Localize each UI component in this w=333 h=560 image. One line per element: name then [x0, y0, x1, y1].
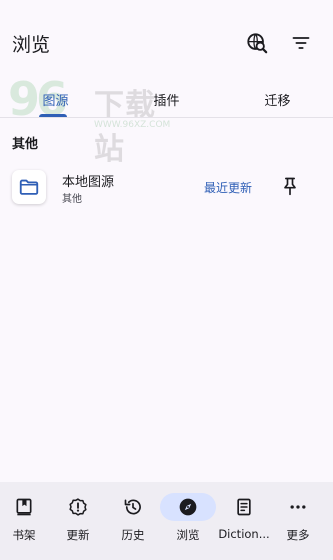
tab-indicator — [39, 114, 67, 117]
nav-item-history[interactable]: 历史 — [105, 482, 161, 560]
watermark-url: WWW.96XZ.COM — [94, 120, 171, 130]
tab-migrate[interactable]: 迁移 — [222, 80, 333, 118]
nav-pill — [270, 493, 326, 521]
nav-label: 更多 — [286, 528, 310, 542]
source-icon-box — [12, 170, 46, 204]
nav-item-more[interactable]: 更多 — [270, 482, 326, 560]
nav-pill — [0, 493, 52, 521]
bottom-navigation: 书架 更新 历史 浏览 Diction... 更多 — [0, 482, 333, 560]
pin-button[interactable] — [278, 174, 302, 198]
folder-icon — [19, 179, 39, 195]
nav-pill-active — [160, 493, 216, 521]
nav-pill — [216, 493, 272, 521]
source-language: 其他 — [62, 194, 82, 205]
filter-icon — [292, 37, 310, 49]
global-search-button[interactable] — [244, 30, 270, 56]
nav-item-dictionary[interactable]: Diction... — [216, 482, 272, 560]
compass-icon — [179, 498, 197, 516]
tab-sources[interactable]: 图源 — [0, 80, 111, 118]
page-title: 浏览 — [12, 34, 51, 56]
pin-icon — [284, 177, 296, 196]
nav-item-browse[interactable]: 浏览 — [160, 482, 216, 560]
global-search-icon — [247, 33, 268, 54]
history-icon — [124, 499, 141, 515]
nav-pill — [50, 493, 106, 521]
tab-bar: 图源 插件 迁移 — [0, 80, 333, 118]
top-app-bar: 浏览 — [0, 0, 333, 86]
latest-button[interactable]: 最近更新 — [204, 179, 252, 196]
tab-extensions[interactable]: 插件 — [111, 80, 222, 118]
dictionary-icon — [237, 498, 251, 516]
library-icon — [16, 498, 32, 516]
nav-item-updates[interactable]: 更新 — [50, 482, 106, 560]
filter-button[interactable] — [288, 30, 314, 56]
nav-item-library[interactable]: 书架 — [0, 482, 52, 560]
nav-pill — [105, 493, 161, 521]
source-list-item[interactable]: 本地图源 其他 最近更新 — [0, 162, 333, 212]
updates-icon — [69, 498, 87, 516]
app-root: 浏览 96 下载站 WWW.96XZ.COM 图源 插件 迁移 其他 本地图源 … — [0, 0, 333, 560]
section-header: 其他 — [12, 137, 39, 152]
more-icon — [290, 505, 306, 509]
source-name: 本地图源 — [62, 175, 115, 190]
